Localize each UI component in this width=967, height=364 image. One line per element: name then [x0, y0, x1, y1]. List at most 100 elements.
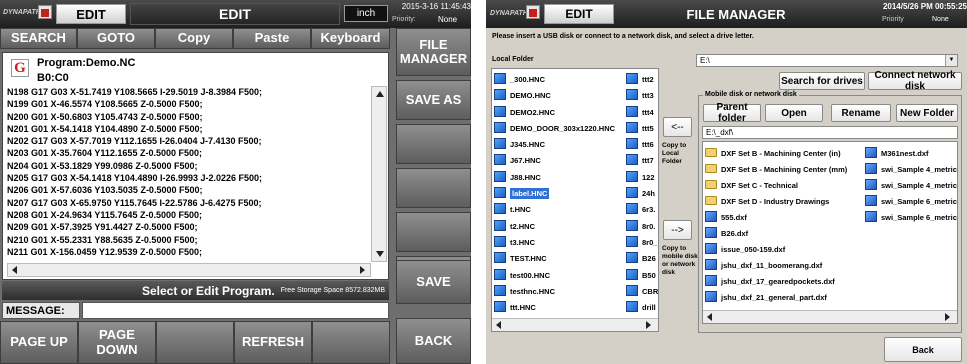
- file-manager-button[interactable]: FILE MANAGER: [396, 28, 471, 76]
- mobile-scroll-left-icon[interactable]: [707, 313, 712, 321]
- vertical-scrollbar[interactable]: [371, 86, 387, 262]
- bottom-button-5[interactable]: [312, 321, 390, 364]
- side-button-5[interactable]: [396, 212, 471, 252]
- local-file-item[interactable]: t2.HNC: [494, 219, 622, 235]
- local-file-item[interactable]: t.HNC: [494, 202, 622, 218]
- parent-folder-button[interactable]: Parent folder: [703, 102, 761, 124]
- refresh-button[interactable]: REFRESH: [234, 321, 312, 364]
- mobile-file-item[interactable]: DXF Set C - Technical: [705, 178, 863, 194]
- local-file-item[interactable]: ttt7: [626, 153, 658, 169]
- local-file-item[interactable]: ttt6: [626, 137, 658, 153]
- local-scroll-left-icon[interactable]: [496, 321, 501, 329]
- local-file-item[interactable]: ttt3: [626, 88, 658, 104]
- local-file-item[interactable]: drill: [626, 300, 658, 316]
- save-as-button[interactable]: SAVE AS: [396, 80, 471, 120]
- search-drives-button[interactable]: Search for drives: [779, 72, 865, 90]
- fm-edit-tab[interactable]: EDIT: [544, 4, 614, 24]
- mobile-file-item[interactable]: jshu_dxf_17_gearedpockets.dxf: [705, 274, 863, 290]
- code-line[interactable]: N206 G01 X-57.6036 Y103.5035 Z-0.5000 F5…: [7, 184, 371, 196]
- code-line[interactable]: N203 G01 X-35.7604 Y112.1655 Z-0.5000 F5…: [7, 147, 371, 159]
- mobile-file-item[interactable]: M361nest.dxf: [865, 146, 957, 162]
- code-line[interactable]: N200 G01 X-50.6803 Y105.4743 Z-0.5000 F5…: [7, 111, 371, 123]
- code-line[interactable]: N210 G01 X-55.2331 Y88.5635 Z-0.5000 F50…: [7, 234, 371, 246]
- mobile-file-item[interactable]: jshu_dxf_11_boomerang.dxf: [705, 258, 863, 274]
- code-line[interactable]: N199 G01 X-46.5574 Y108.5665 Z-0.5000 F5…: [7, 98, 371, 110]
- open-button[interactable]: Open: [765, 104, 823, 122]
- search-button[interactable]: SEARCH: [0, 28, 77, 49]
- new-folder-button[interactable]: New Folder: [896, 104, 958, 122]
- page-down-button[interactable]: PAGE DOWN: [78, 321, 156, 364]
- horizontal-scrollbar[interactable]: [7, 263, 371, 277]
- code-line[interactable]: N205 G17 G03 X-54.1418 Y104.4890 I-26.99…: [7, 172, 371, 184]
- local-file-item[interactable]: testhnc.HNC: [494, 284, 622, 300]
- local-file-item[interactable]: CBR: [626, 284, 658, 300]
- scroll-down-icon[interactable]: [376, 251, 384, 257]
- back-button[interactable]: BACK: [396, 318, 471, 364]
- local-file-item[interactable]: B26: [626, 251, 658, 267]
- mobile-file-item[interactable]: 555.dxf: [705, 210, 863, 226]
- local-file-item[interactable]: J88.HNC: [494, 170, 622, 186]
- local-file-item[interactable]: J67.HNC: [494, 153, 622, 169]
- local-file-item[interactable]: ttt5: [626, 121, 658, 137]
- local-file-item[interactable]: 8r0_: [626, 235, 658, 251]
- local-file-item[interactable]: 6r3.: [626, 202, 658, 218]
- mobile-horizontal-scrollbar[interactable]: [703, 310, 957, 323]
- mobile-file-item[interactable]: swi_Sample 6_metric_: [865, 210, 957, 226]
- local-file-item[interactable]: B50: [626, 268, 658, 284]
- local-file-item[interactable]: ttt.HNC: [494, 300, 622, 316]
- mobile-scroll-right-icon[interactable]: [945, 313, 950, 321]
- local-file-item[interactable]: 8r0.: [626, 219, 658, 235]
- mobile-file-item[interactable]: B26.dxf: [705, 226, 863, 242]
- local-file-item[interactable]: 122: [626, 170, 658, 186]
- code-line[interactable]: N202 G17 G03 X-57.7019 Y112.1655 I-26.04…: [7, 135, 371, 147]
- fm-back-button[interactable]: Back: [884, 337, 962, 362]
- mobile-file-item[interactable]: swi_Sample 4_metric.: [865, 162, 957, 178]
- local-file-item[interactable]: t3.HNC: [494, 235, 622, 251]
- bottom-button-3[interactable]: [156, 321, 234, 364]
- copy-to-mobile-button[interactable]: -->: [663, 220, 692, 240]
- mobile-file-item[interactable]: issue_050-159.dxf: [705, 242, 863, 258]
- local-horizontal-scrollbar[interactable]: [492, 318, 658, 331]
- local-file-item[interactable]: ttt4: [626, 105, 658, 121]
- local-scroll-right-icon[interactable]: [646, 321, 651, 329]
- local-file-item[interactable]: test00.HNC: [494, 268, 622, 284]
- path-field[interactable]: E:\_dxf\: [702, 126, 958, 139]
- scroll-left-icon[interactable]: [12, 266, 17, 274]
- code-line[interactable]: N201 G01 X-54.1418 Y104.4890 Z-0.5000 F5…: [7, 123, 371, 135]
- local-file-item[interactable]: DEMO2.HNC: [494, 105, 622, 121]
- local-file-item[interactable]: J345.HNC: [494, 137, 622, 153]
- code-line[interactable]: N208 G01 X-24.9634 Y115.7645 Z-0.5000 F5…: [7, 209, 371, 221]
- mobile-file-item[interactable]: swi_Sample 6_metric.: [865, 194, 957, 210]
- mobile-file-item[interactable]: DXF Set B - Machining Center (in): [705, 146, 863, 162]
- keyboard-button[interactable]: Keyboard: [311, 28, 390, 49]
- copy-button[interactable]: Copy: [155, 28, 233, 49]
- mobile-file-item[interactable]: swi_Sample 4_metric_: [865, 178, 957, 194]
- dropdown-arrow-icon[interactable]: ▼: [945, 55, 957, 66]
- side-button-3[interactable]: [396, 124, 471, 164]
- mobile-file-item[interactable]: DXF Set D - Industry Drawings: [705, 194, 863, 210]
- save-button[interactable]: SAVE: [396, 260, 471, 304]
- mobile-file-item[interactable]: jshu_dxf_21_general_part.dxf: [705, 290, 863, 306]
- scroll-right-icon[interactable]: [360, 266, 365, 274]
- local-file-item[interactable]: label.HNC: [494, 186, 622, 202]
- local-file-item[interactable]: DEMO.HNC: [494, 88, 622, 104]
- drive-select[interactable]: E:\ ▼: [696, 54, 958, 67]
- code-line[interactable]: N211 G01 X-156.0459 Y12.9539 Z-0.5000 F5…: [7, 246, 371, 258]
- side-button-4[interactable]: [396, 168, 471, 208]
- code-line[interactable]: N204 G01 X-53.1829 Y99.0986 Z-0.5000 F50…: [7, 160, 371, 172]
- rename-button[interactable]: Rename: [831, 104, 891, 122]
- goto-button[interactable]: GOTO: [77, 28, 155, 49]
- local-file-item[interactable]: _300.HNC: [494, 72, 622, 88]
- local-file-list[interactable]: _300.HNC DEMO.HNC DEMO2.HNC DEMO_DOOR_303x1…: [491, 68, 659, 332]
- page-up-button[interactable]: PAGE UP: [0, 321, 78, 364]
- home-icon[interactable]: [38, 5, 52, 19]
- code-line[interactable]: N209 G01 X-57.3925 Y91.4427 Z-0.5000 F50…: [7, 221, 371, 233]
- code-line[interactable]: N198 G17 G03 X-51.7419 Y108.5665 I-29.50…: [7, 86, 371, 98]
- edit-tab[interactable]: EDIT: [56, 4, 126, 24]
- copy-to-local-button[interactable]: <--: [663, 117, 692, 137]
- local-file-item[interactable]: DEMO_DOOR_303x1220.HNC: [494, 121, 622, 137]
- fm-home-icon[interactable]: [526, 5, 540, 19]
- scroll-up-icon[interactable]: [376, 91, 384, 97]
- code-editor[interactable]: N198 G17 G03 X-51.7419 Y108.5665 I-29.50…: [7, 86, 371, 262]
- local-file-item[interactable]: TEST.HNC: [494, 251, 622, 267]
